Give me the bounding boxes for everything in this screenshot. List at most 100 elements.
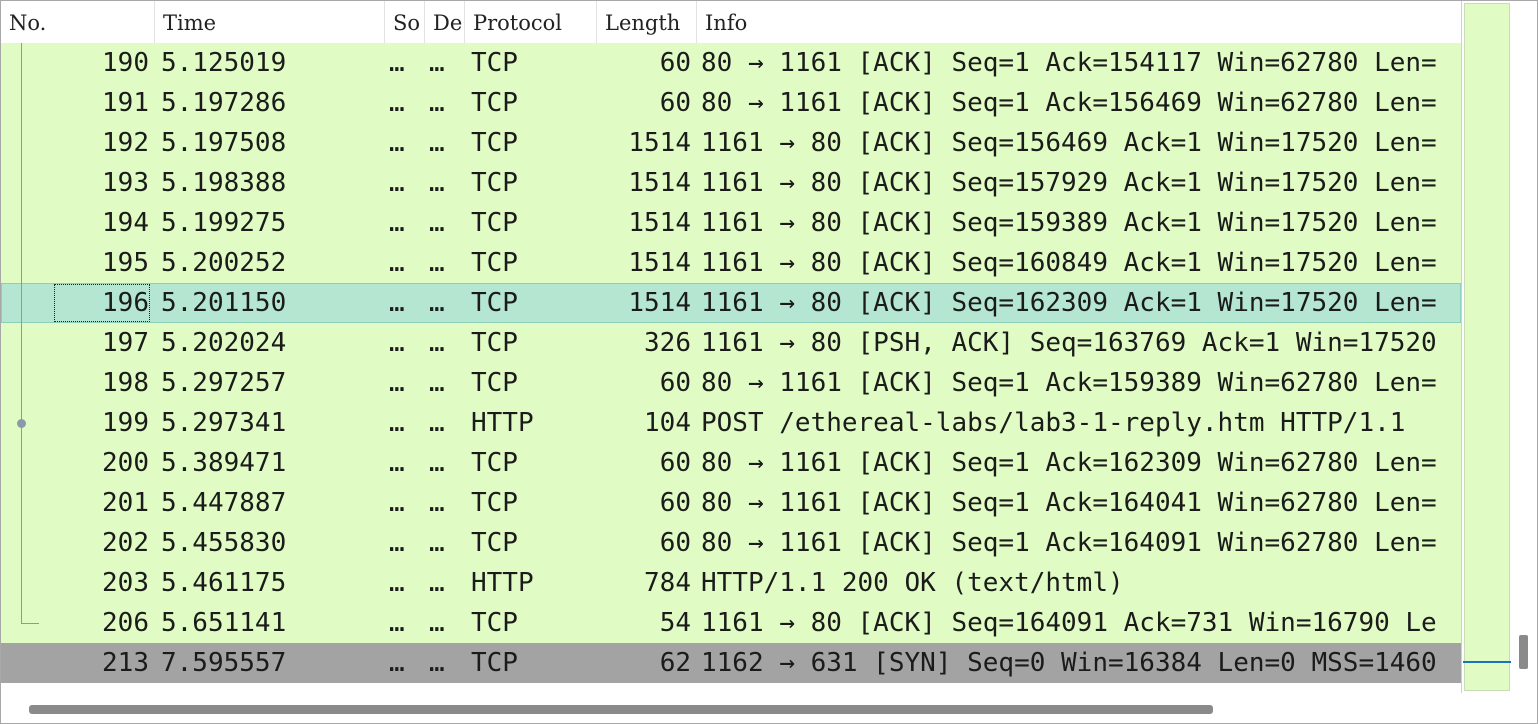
packet-length: 1514 xyxy=(628,208,691,238)
packet-number: 191 xyxy=(102,88,149,118)
packet-row[interactable]: 203 5.461175 … … HTTP 784 HTTP/1.1 200 O… xyxy=(1,563,1461,603)
packet-number: 206 xyxy=(102,608,149,638)
packet-row[interactable]: 193 5.198388 … … TCP 1514 1161 → 80 [ACK… xyxy=(1,163,1461,203)
packet-row[interactable]: 190 5.125019 … … TCP 60 80 → 1161 [ACK] … xyxy=(1,43,1461,83)
packet-row[interactable]: 194 5.199275 … … TCP 1514 1161 → 80 [ACK… xyxy=(1,203,1461,243)
packet-length: 60 xyxy=(659,368,691,398)
packet-source: … xyxy=(389,568,405,598)
column-header-no[interactable]: No. xyxy=(1,1,155,43)
packet-time: 5.447887 xyxy=(161,488,287,518)
packet-source: … xyxy=(389,528,405,558)
packet-source: … xyxy=(389,168,405,198)
packet-number: 198 xyxy=(102,368,149,398)
packet-destination: … xyxy=(429,488,445,518)
packet-row[interactable]: 202 5.455830 … … TCP 60 80 → 1161 [ACK] … xyxy=(1,523,1461,563)
packet-length: 54 xyxy=(659,608,691,638)
packet-protocol: HTTP xyxy=(471,408,534,438)
packet-info: 80 → 1161 [ACK] Seq=1 Ack=159389 Win=627… xyxy=(701,368,1437,398)
packet-row[interactable]: 199 5.297341 … … HTTP 104 POST /ethereal… xyxy=(1,403,1461,443)
packet-source: … xyxy=(389,608,405,638)
packet-time: 5.651141 xyxy=(161,608,287,638)
packet-row[interactable]: 191 5.197286 … … TCP 60 80 → 1161 [ACK] … xyxy=(1,83,1461,123)
packet-length: 60 xyxy=(659,448,691,478)
packet-protocol: TCP xyxy=(471,528,518,558)
packet-time: 5.125019 xyxy=(161,48,287,78)
packet-time: 5.202024 xyxy=(161,328,287,358)
packet-info: 1161 → 80 [ACK] Seq=156469 Ack=1 Win=175… xyxy=(701,128,1437,158)
packet-row[interactable]: 213 7.595557 … … TCP 62 1162 → 631 [SYN]… xyxy=(1,643,1461,683)
packet-info: 1161 → 80 [ACK] Seq=157929 Ack=1 Win=175… xyxy=(701,168,1437,198)
packet-protocol: TCP xyxy=(471,88,518,118)
minimap-fill xyxy=(1464,3,1510,691)
packet-number: 200 xyxy=(102,448,149,478)
packet-info: 1161 → 80 [PSH, ACK] Seq=163769 Ack=1 Wi… xyxy=(701,328,1437,358)
vertical-scrollbar[interactable] xyxy=(1513,1,1537,693)
packet-length: 1514 xyxy=(628,288,691,318)
horizontal-scrollbar-thumb[interactable] xyxy=(29,705,1213,714)
packet-number: 199 xyxy=(102,408,149,438)
packet-time: 5.200252 xyxy=(161,248,287,278)
packet-protocol: HTTP xyxy=(471,568,534,598)
packet-protocol: TCP xyxy=(471,448,518,478)
packet-destination: … xyxy=(429,328,445,358)
packet-protocol: TCP xyxy=(471,488,518,518)
column-header-protocol[interactable]: Protocol xyxy=(465,1,597,43)
packet-destination: … xyxy=(429,568,445,598)
packet-length: 60 xyxy=(659,488,691,518)
packet-row[interactable]: 192 5.197508 … … TCP 1514 1161 → 80 [ACK… xyxy=(1,123,1461,163)
packet-number: 213 xyxy=(102,648,149,678)
column-header-source[interactable]: So xyxy=(385,1,425,43)
vertical-scrollbar-thumb[interactable] xyxy=(1519,635,1528,669)
packet-number: 201 xyxy=(102,488,149,518)
packet-source: … xyxy=(389,368,405,398)
packet-time: 5.198388 xyxy=(161,168,287,198)
packet-destination: … xyxy=(429,128,445,158)
packet-info: 1161 → 80 [ACK] Seq=164091 Ack=731 Win=1… xyxy=(701,608,1437,638)
packet-destination: … xyxy=(429,368,445,398)
packet-length: 1514 xyxy=(628,168,691,198)
packet-minimap[interactable] xyxy=(1461,1,1512,693)
packet-source: … xyxy=(389,128,405,158)
packet-length: 326 xyxy=(644,328,691,358)
packet-row[interactable]: 198 5.297257 … … TCP 60 80 → 1161 [ACK] … xyxy=(1,363,1461,403)
column-header-info[interactable]: Info xyxy=(697,1,1461,43)
column-header-time[interactable]: Time xyxy=(155,1,385,43)
packet-source: … xyxy=(389,48,405,78)
packet-number: 203 xyxy=(102,568,149,598)
minimap-position-marker xyxy=(1463,661,1511,663)
packet-row[interactable]: 197 5.202024 … … TCP 326 1161 → 80 [PSH,… xyxy=(1,323,1461,363)
packet-row[interactable]: 201 5.447887 … … TCP 60 80 → 1161 [ACK] … xyxy=(1,483,1461,523)
packet-time: 5.297341 xyxy=(161,408,287,438)
packet-time: 5.389471 xyxy=(161,448,287,478)
packet-number: 196 xyxy=(53,283,151,323)
packet-row[interactable]: 196 5.201150 … … TCP 1514 1161 → 80 [ACK… xyxy=(1,283,1461,323)
packet-length: 62 xyxy=(659,648,691,678)
packet-destination: … xyxy=(429,248,445,278)
conversation-tree-line xyxy=(21,43,22,623)
packet-protocol: TCP xyxy=(471,288,518,318)
packet-destination: … xyxy=(429,208,445,238)
horizontal-scrollbar[interactable] xyxy=(1,693,1537,723)
column-header-destination[interactable]: De xyxy=(425,1,465,43)
packet-protocol: TCP xyxy=(471,168,518,198)
packet-time: 5.297257 xyxy=(161,368,287,398)
packet-row[interactable]: 200 5.389471 … … TCP 60 80 → 1161 [ACK] … xyxy=(1,443,1461,483)
packet-destination: … xyxy=(429,408,445,438)
packet-source: … xyxy=(389,488,405,518)
packet-row[interactable]: 195 5.200252 … … TCP 1514 1161 → 80 [ACK… xyxy=(1,243,1461,283)
packet-protocol: TCP xyxy=(471,368,518,398)
packet-length: 784 xyxy=(644,568,691,598)
packet-row[interactable]: 206 5.651141 … … TCP 54 1161 → 80 [ACK] … xyxy=(1,603,1461,643)
packet-info: 80 → 1161 [ACK] Seq=1 Ack=164041 Win=627… xyxy=(701,488,1437,518)
packet-time: 5.199275 xyxy=(161,208,287,238)
packet-number: 197 xyxy=(102,328,149,358)
packet-rows: 190 5.125019 … … TCP 60 80 → 1161 [ACK] … xyxy=(1,43,1461,683)
packet-protocol: TCP xyxy=(471,208,518,238)
packet-info: 80 → 1161 [ACK] Seq=1 Ack=154117 Win=627… xyxy=(701,48,1437,78)
packet-source: … xyxy=(389,288,405,318)
packet-info: POST /ethereal-labs/lab3-1-reply.htm HTT… xyxy=(701,408,1406,438)
packet-length: 1514 xyxy=(628,248,691,278)
packet-source: … xyxy=(389,408,405,438)
packet-destination: … xyxy=(429,168,445,198)
column-header-length[interactable]: Length xyxy=(597,1,697,43)
